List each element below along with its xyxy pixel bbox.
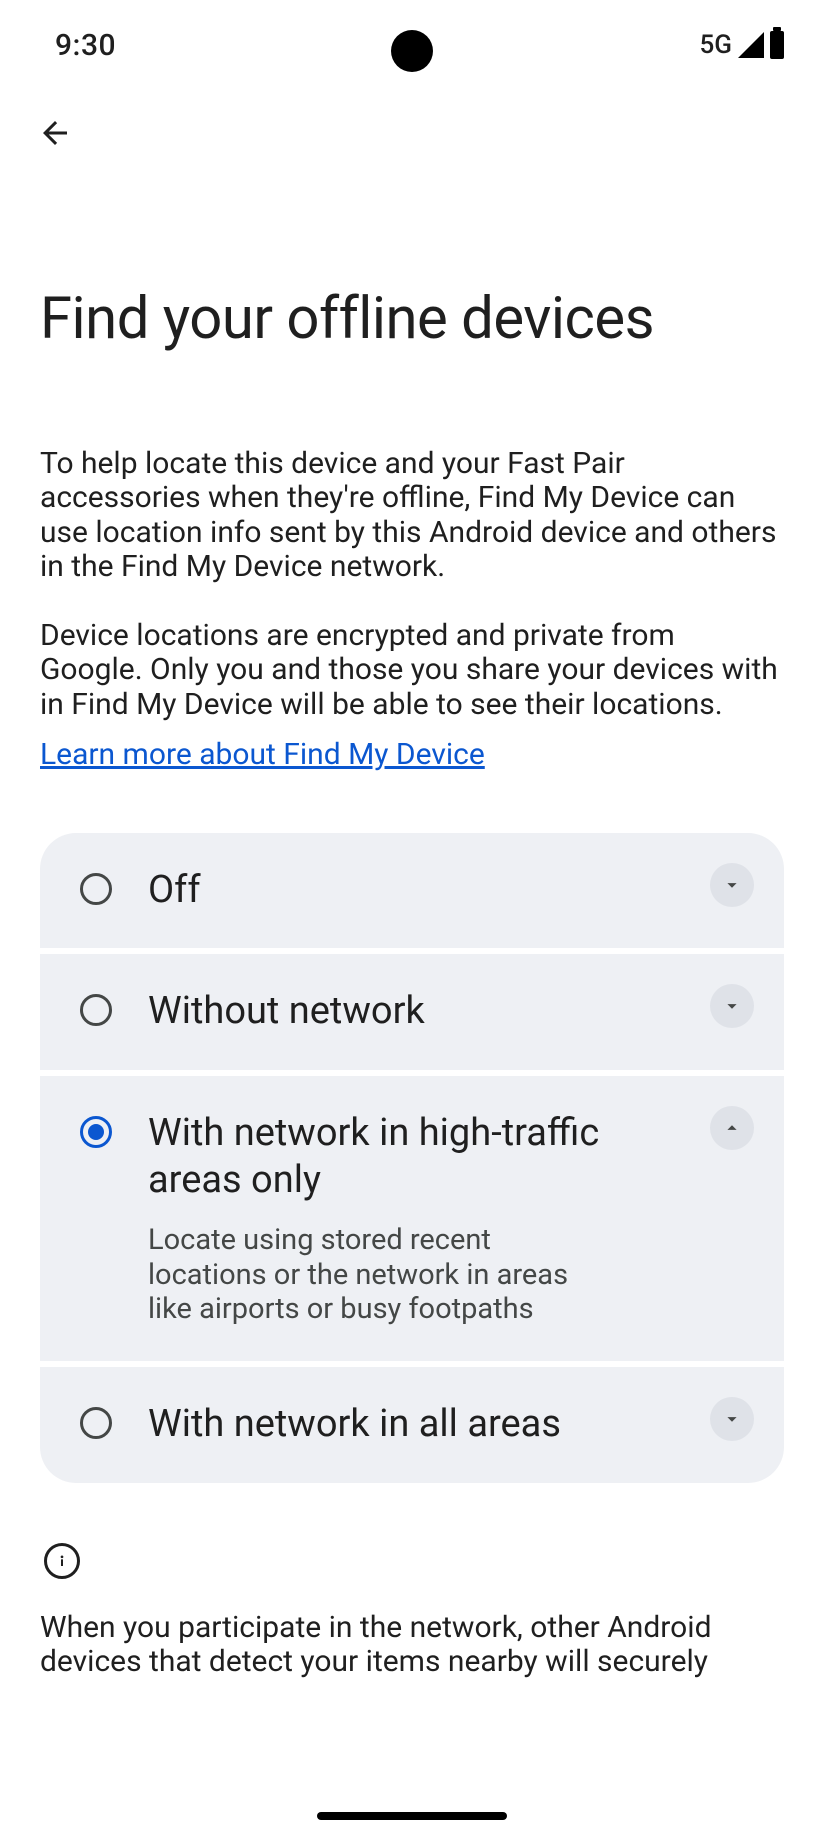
info-text: When you participate in the network, oth…: [40, 1611, 784, 1680]
signal-icon: [738, 32, 764, 58]
gesture-handle[interactable]: [317, 1812, 507, 1820]
network-type-label: 5G: [700, 30, 733, 60]
chevron-down-icon: [721, 1408, 743, 1430]
learn-more-link[interactable]: Learn more about Find My Device: [40, 738, 485, 773]
option-off[interactable]: Off: [40, 833, 784, 949]
nav-bar: [0, 90, 824, 158]
expand-button[interactable]: [710, 984, 754, 1028]
options-list: Off Without network With network in high…: [40, 833, 784, 1483]
status-time: 9:30: [55, 28, 116, 63]
info-icon: [44, 1543, 80, 1579]
status-bar: 9:30 5G: [0, 0, 824, 90]
option-description: Locate using stored recent locations or …: [148, 1223, 588, 1327]
option-without-network[interactable]: Without network: [40, 954, 784, 1070]
status-right-icons: 5G: [700, 30, 785, 60]
battery-icon: [770, 31, 784, 59]
option-high-traffic[interactable]: With network in high-traffic areas only …: [40, 1076, 784, 1361]
expand-button[interactable]: [710, 863, 754, 907]
expand-button[interactable]: [710, 1397, 754, 1441]
back-button[interactable]: [30, 108, 80, 158]
option-label: With network in all areas: [148, 1401, 694, 1449]
option-label: Off: [148, 867, 694, 915]
intro-text: To help locate this device and your Fast…: [40, 447, 784, 773]
arrow-left-icon: [37, 115, 73, 151]
camera-cutout: [391, 30, 433, 72]
info-block: When you participate in the network, oth…: [40, 1543, 784, 1680]
chevron-up-icon: [721, 1117, 743, 1139]
collapse-button[interactable]: [710, 1106, 754, 1150]
chevron-down-icon: [721, 995, 743, 1017]
page-title: Find your offline devices: [40, 288, 784, 352]
radio-icon: [80, 873, 112, 905]
radio-icon: [80, 1116, 112, 1148]
intro-paragraph-2: Device locations are encrypted and priva…: [40, 619, 784, 723]
chevron-down-icon: [721, 874, 743, 896]
option-label: With network in high-traffic areas only: [148, 1110, 694, 1205]
radio-icon: [80, 994, 112, 1026]
option-label: Without network: [148, 988, 694, 1036]
intro-paragraph-1: To help locate this device and your Fast…: [40, 447, 784, 585]
option-all-areas[interactable]: With network in all areas: [40, 1367, 784, 1483]
radio-icon: [80, 1407, 112, 1439]
